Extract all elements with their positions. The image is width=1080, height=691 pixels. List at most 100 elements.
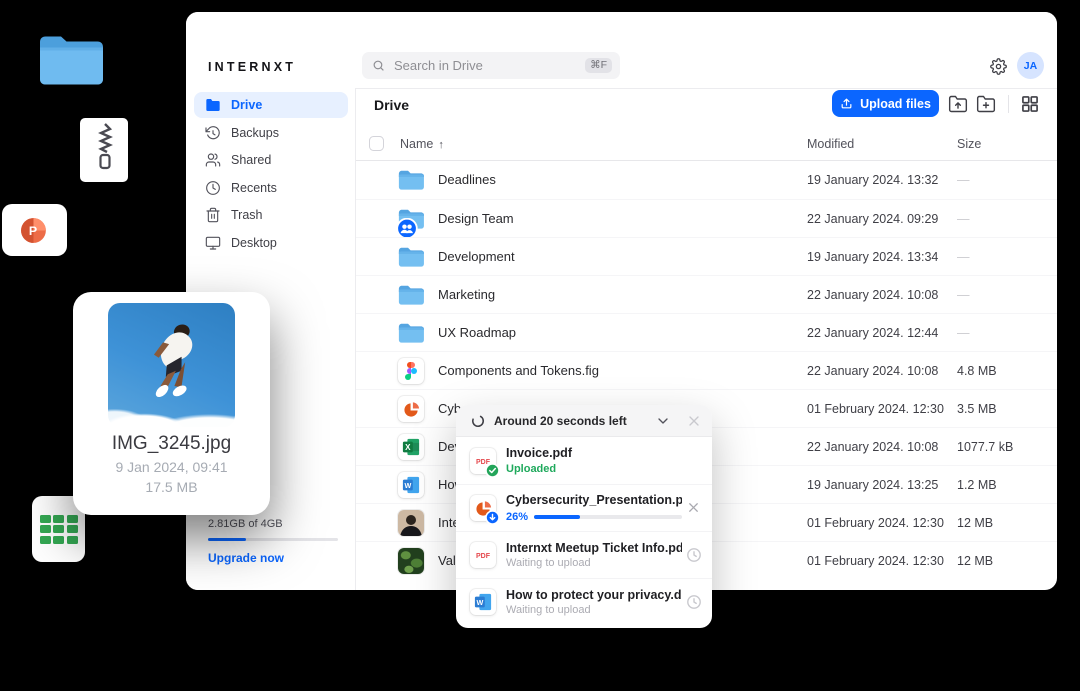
file-modified: 22 January 2024. 10:08 (807, 364, 938, 378)
image-preview-card[interactable]: IMG_3245.jpg 9 Jan 2024, 09:41 17.5 MB (73, 292, 270, 515)
person-jumping-illustration (118, 307, 224, 413)
recents-icon (205, 180, 221, 196)
folder-icon (398, 208, 424, 229)
storage-progress-bar (208, 538, 338, 541)
file-modified: 22 January 2024. 10:08 (807, 288, 938, 302)
sidebar-item-trash[interactable]: Trash (194, 202, 348, 228)
file-modified: 01 February 2024. 12:30 (807, 554, 944, 568)
storage-usage-label: 2.81GB of 4GB (208, 518, 338, 530)
search-icon (372, 59, 385, 72)
upload-status: Uploaded (506, 463, 702, 475)
file-modified: 01 February 2024. 12:30 (807, 516, 944, 530)
file-size: 3.5 MB (957, 402, 997, 416)
doc-file-icon: W (470, 589, 496, 615)
folder-icon (398, 169, 424, 190)
image-thumbnail (108, 303, 235, 427)
column-header-modified[interactable]: Modified (807, 137, 854, 151)
desktop-powerpoint-file-icon[interactable]: P (2, 204, 67, 256)
upload-item-name: Cybersecurity_Presentation.ppt (506, 493, 682, 507)
file-size: 12 MB (957, 516, 993, 530)
sidebar-item-backups[interactable]: Backups (194, 120, 348, 146)
sidebar-item-label: Backups (231, 126, 279, 140)
table-row[interactable]: Components and Tokens.fig 22 January 202… (356, 351, 1057, 389)
upload-files-button[interactable]: Upload files (832, 90, 939, 117)
ppt-file-icon (470, 495, 496, 521)
svg-text:PDF: PDF (476, 553, 491, 560)
upload-item-name: Invoice.pdf (506, 446, 702, 460)
new-folder-button[interactable] (976, 94, 996, 114)
toolbar-divider (1008, 95, 1009, 113)
photo-plant-icon (398, 548, 424, 574)
desktop-folder-icon[interactable] (38, 30, 105, 87)
sidebar-item-desktop[interactable]: Desktop (194, 230, 348, 256)
spinner-icon (471, 414, 485, 428)
file-size: — (957, 288, 970, 302)
file-size: 12 MB (957, 554, 993, 568)
uploaded-check-badge-icon (485, 463, 500, 478)
column-header-size[interactable]: Size (957, 137, 981, 151)
close-popup-icon[interactable] (686, 413, 702, 429)
settings-gear-icon[interactable] (990, 58, 1007, 75)
uploading-arrow-badge-icon (485, 510, 500, 525)
table-row[interactable]: Marketing 22 January 2024. 10:08 — (356, 275, 1057, 313)
select-all-checkbox[interactable] (369, 136, 384, 151)
storage-section: 2.81GB of 4GB Upgrade now (208, 518, 338, 565)
search-input[interactable] (392, 57, 585, 74)
file-name: Development (438, 249, 515, 264)
sidebar-item-recents[interactable]: Recents (194, 175, 348, 201)
svg-text:W: W (404, 481, 411, 490)
shared-icon (205, 152, 221, 168)
upload-folder-button[interactable] (948, 94, 968, 114)
pdf-file-icon: PDF (470, 448, 496, 474)
upgrade-now-link[interactable]: Upgrade now (208, 551, 338, 565)
column-header-name[interactable]: Name↑ (400, 137, 444, 151)
file-modified: 19 January 2024. 13:25 (807, 478, 938, 492)
sidebar-item-label: Shared (231, 153, 271, 167)
upload-item: W How to protect your privacy.doc Waiting… (456, 578, 712, 625)
table-row[interactable]: UX Roadmap 22 January 2024. 12:44 — (356, 313, 1057, 351)
collapse-chevron-icon[interactable] (655, 413, 671, 429)
photo-person-icon (398, 510, 424, 536)
file-size: 1077.7 kB (957, 440, 1013, 454)
desktop-zip-file-icon[interactable] (80, 118, 128, 182)
table-row[interactable]: Deadlines 19 January 2024. 13:32 — (356, 161, 1057, 199)
image-date: 9 Jan 2024, 09:41 (73, 459, 270, 475)
grid-view-button[interactable] (1020, 94, 1040, 114)
figma-icon (398, 358, 424, 384)
upload-item-info: Internxt Meetup Ticket Info.pdfWaiting t… (506, 541, 682, 570)
image-filename: IMG_3245.jpg (73, 433, 270, 455)
file-name: Deadlines (438, 172, 496, 187)
upload-item-name: How to protect your privacy.doc (506, 588, 682, 602)
desktop-icon (205, 235, 221, 251)
search-bar[interactable]: ⌘F (362, 52, 620, 79)
upload-item-info: Invoice.pdf Uploaded (506, 446, 702, 475)
upload-popup-header: Around 20 seconds left (456, 405, 712, 437)
upload-item-name: Internxt Meetup Ticket Info.pdf (506, 541, 682, 555)
cancel-upload-icon[interactable] (686, 500, 702, 516)
sidebar-item-drive[interactable]: Drive (194, 92, 348, 118)
file-size: 1.2 MB (957, 478, 997, 492)
powerpoint-icon (398, 396, 424, 422)
excel-icon: X (398, 434, 424, 460)
file-size: 4.8 MB (957, 364, 997, 378)
sidebar-item-label: Drive (231, 98, 262, 112)
svg-text:W: W (476, 598, 483, 607)
upload-item-info: How to protect your privacy.doc Waiting t… (506, 588, 682, 617)
folder-icon (398, 284, 424, 305)
upload-icon (840, 97, 853, 110)
table-row[interactable]: Design Team 22 January 2024. 09:29 — (356, 199, 1057, 237)
file-modified: 22 January 2024. 09:29 (807, 212, 938, 226)
table-row[interactable]: Development 19 January 2024. 13:34 — (356, 237, 1057, 275)
drive-folder-icon (205, 97, 221, 113)
file-name: Marketing (438, 287, 495, 302)
svg-text:P: P (29, 224, 37, 238)
word-icon: W (398, 472, 424, 498)
upload-status: Waiting to upload (506, 604, 682, 616)
file-size: — (957, 250, 970, 264)
file-modified: 01 February 2024. 12:30 (807, 402, 944, 416)
image-size: 17.5 MB (73, 479, 270, 495)
user-avatar[interactable]: JA (1017, 52, 1044, 79)
sidebar-item-shared[interactable]: Shared (194, 147, 348, 173)
upload-progress: 26% (506, 511, 682, 523)
sidebar-item-label: Recents (231, 181, 277, 195)
